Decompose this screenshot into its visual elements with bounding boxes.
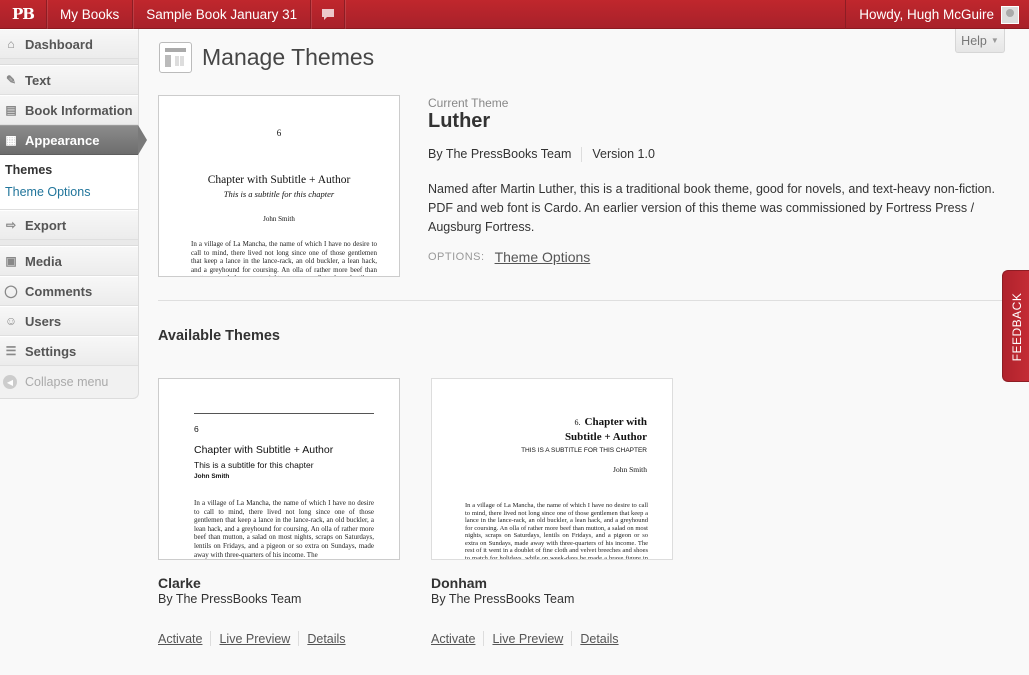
theme-options-link[interactable]: Theme Options — [495, 249, 591, 265]
available-themes-heading: Available Themes — [158, 328, 280, 344]
meta-separator — [581, 147, 583, 162]
current-theme-version: Version 1.0 — [592, 147, 655, 161]
current-theme-options: OPTIONS: Theme Options — [428, 249, 590, 265]
preview-page-number: 6 — [276, 128, 282, 138]
preview-chapter-title-1: 6. Chapter with — [575, 416, 647, 428]
current-theme-author: By The PressBooks Team — [428, 147, 572, 161]
menu-item-comments[interactable]: ◯ Comments — [0, 276, 138, 306]
collapse-menu-label: Collapse menu — [25, 375, 109, 389]
donham-theme-name: Donham — [431, 575, 487, 591]
donham-details-link[interactable]: Details — [580, 632, 618, 646]
menu-item-label: Users — [25, 313, 62, 329]
appearance-submenu: Themes Theme Options — [0, 155, 138, 210]
users-icon: ☺ — [4, 314, 18, 328]
preview-body: In a village of La Mancha, the name of w… — [194, 499, 374, 559]
book-icon: ▤ — [5, 103, 17, 117]
preview-subtitle: This is a subtitle for this chapter — [194, 460, 314, 470]
donham-theme-actions: Activate Live Preview Details — [431, 631, 619, 646]
current-theme-meta: By The PressBooks Team Version 1.0 — [428, 147, 655, 162]
preview-author: John Smith — [194, 473, 230, 480]
export-icon: ⇨ — [5, 218, 17, 232]
menu-item-label: Comments — [25, 283, 93, 299]
admin-bar: PB My Books Sample Book January 31 Howdy… — [0, 0, 1029, 29]
current-theme-label: Current Theme — [428, 96, 509, 110]
action-separator — [210, 631, 212, 646]
my-books-link[interactable]: My Books — [47, 0, 134, 29]
menu-item-label: Book Information — [25, 102, 133, 118]
comments-icon[interactable] — [311, 0, 346, 29]
comments-icon: ◯ — [4, 284, 18, 298]
clarke-activate-link[interactable]: Activate — [158, 632, 202, 646]
donham-theme-author: By The PressBooks Team — [431, 592, 575, 606]
menu-item-label: Dashboard — [25, 36, 93, 52]
clarke-theme-author: By The PressBooks Team — [158, 592, 302, 606]
preview-chapter-title-line-2: Subtitle + Author — [564, 431, 647, 443]
preview-body: In a village of La Mancha, the name of w… — [465, 502, 648, 560]
clarke-theme-screenshot[interactable]: 6 Chapter with Subtitle + Author This is… — [158, 378, 400, 560]
clarke-theme-actions: Activate Live Preview Details — [158, 631, 346, 646]
menu-item-settings[interactable]: ☰ Settings — [0, 336, 138, 366]
action-separator — [571, 631, 573, 646]
action-separator — [298, 631, 300, 646]
menu-item-users[interactable]: ☺ Users — [0, 306, 138, 336]
section-divider — [158, 300, 1008, 301]
clarke-theme-name: Clarke — [158, 575, 201, 591]
menu-item-export[interactable]: ⇨ Export — [0, 210, 138, 240]
menu-item-label: Appearance — [25, 132, 100, 148]
feedback-tab[interactable]: FEEDBACK — [1002, 270, 1029, 382]
menu-item-label: Text — [25, 72, 51, 88]
menu-item-appearance[interactable]: ▦ Appearance — [0, 125, 147, 155]
avatar — [1001, 5, 1019, 24]
current-theme-screenshot: 6 Chapter with Subtitle + Author This is… — [158, 95, 400, 277]
preview-author: John Smith — [263, 215, 295, 223]
preview-page-number: 6. — [574, 418, 581, 427]
options-label: OPTIONS: — [428, 251, 485, 263]
preview-subtitle: This is a subtitle for this chapter — [223, 189, 335, 199]
menu-item-label: Media — [25, 253, 62, 269]
preview-author: John Smith — [613, 465, 647, 474]
action-separator — [483, 631, 485, 646]
menu-item-label: Export — [25, 217, 67, 233]
preview-chapter-title: Chapter with Subtitle + Author — [194, 444, 334, 456]
appearance-page-icon — [159, 42, 192, 73]
page-title: Manage Themes — [202, 44, 375, 70]
dashboard-icon: ⌂ — [7, 37, 15, 51]
menu-item-dashboard[interactable]: ⌂ Dashboard — [0, 29, 138, 59]
settings-icon: ☰ — [5, 344, 17, 358]
pressbooks-logo[interactable]: PB — [0, 0, 47, 29]
media-icon: ▣ — [5, 254, 17, 268]
clarke-live-preview-link[interactable]: Live Preview — [219, 632, 290, 646]
collapse-menu-button[interactable]: ◀ Collapse menu — [0, 366, 138, 398]
preview-page-number: 6 — [194, 424, 199, 434]
help-label: Help — [961, 33, 987, 48]
donham-activate-link[interactable]: Activate — [431, 632, 475, 646]
menu-item-text[interactable]: ✎ Text — [0, 65, 138, 95]
preview-body: In a village of La Mancha, the name of w… — [191, 240, 377, 276]
donham-live-preview-link[interactable]: Live Preview — [492, 632, 563, 646]
admin-menu: ⌂ Dashboard ✎ Text ▤ Book Information ▦ … — [0, 29, 147, 399]
pin-icon: ✎ — [5, 73, 17, 87]
submenu-item-theme-options[interactable]: Theme Options — [5, 181, 138, 203]
help-tab[interactable]: Help ▼ — [955, 29, 1005, 53]
preview-chapter-title-line-1: Chapter with — [584, 416, 647, 428]
current-theme-description: Named after Martin Luther, this is a tra… — [428, 182, 995, 234]
collapse-arrow-icon: ◀ — [3, 375, 17, 389]
menu-item-book-information[interactable]: ▤ Book Information — [0, 95, 138, 125]
user-account-menu[interactable]: Howdy, Hugh McGuire — [845, 0, 1029, 29]
preview-subtitle: THIS IS A SUBTITLE FOR THIS CHAPTER — [521, 447, 647, 454]
chevron-down-icon: ▼ — [990, 36, 999, 45]
donham-theme-screenshot[interactable]: 6. Chapter with Subtitle + Author THIS IS… — [431, 378, 673, 560]
menu-item-media[interactable]: ▣ Media — [0, 246, 138, 276]
submenu-item-themes[interactable]: Themes — [5, 159, 138, 181]
preview-rule — [194, 413, 374, 414]
preview-chapter-title: Chapter with Subtitle + Author — [207, 174, 351, 186]
menu-item-label: Settings — [25, 343, 77, 359]
book-title-link[interactable]: Sample Book January 31 — [133, 0, 312, 29]
current-theme-name: Luther — [428, 110, 491, 132]
clarke-details-link[interactable]: Details — [307, 632, 345, 646]
howdy-label: Howdy, Hugh McGuire — [859, 7, 994, 22]
feedback-label: FEEDBACK — [1010, 292, 1024, 362]
appearance-icon: ▦ — [5, 133, 17, 147]
